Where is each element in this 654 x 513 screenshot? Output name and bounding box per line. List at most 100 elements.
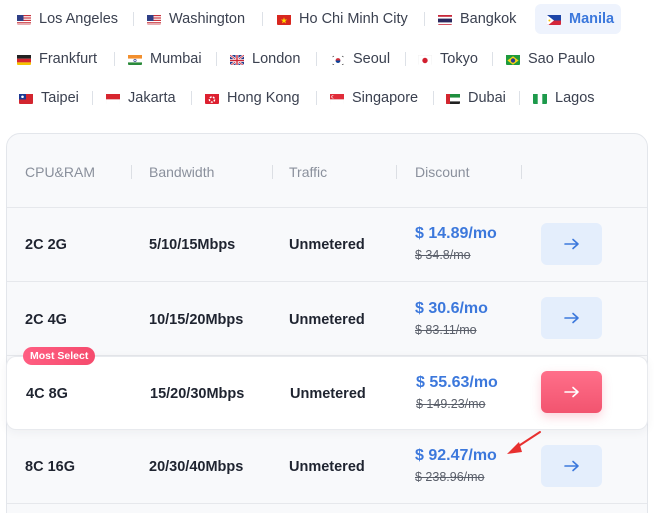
traffic-value: Unmetered	[289, 459, 365, 475]
discount-price: $ 92.47/mo	[415, 447, 497, 464]
arrow-right-icon	[563, 312, 579, 324]
divider	[92, 91, 93, 105]
bandwidth-value: 15/20/30Mbps	[150, 386, 245, 402]
location-label: Taipei	[41, 90, 79, 106]
location-tab-tokyo[interactable]: Tokyo	[406, 44, 485, 74]
arrow-right-icon	[563, 460, 579, 472]
divider	[396, 165, 397, 179]
original-price: $ 34.8/mo	[415, 248, 471, 262]
table-row-featured: 4C 8G 15/20/30Mbps Unmetered $ 55.63/mo …	[6, 356, 648, 430]
location-tab-mumbai[interactable]: Mumbai	[116, 44, 209, 74]
location-tab-hong-kong[interactable]: Hong Kong	[193, 83, 307, 113]
location-label: Lagos	[555, 90, 595, 106]
traffic-value: Unmetered	[290, 386, 366, 402]
table-row: 2C 4G 10/15/20Mbps Unmetered $ 30.6/mo $…	[7, 282, 647, 356]
location-tab-singapore[interactable]: Singapore	[318, 83, 425, 113]
header-bandwidth: Bandwidth	[149, 164, 215, 180]
red-arrow-pointer-icon	[507, 431, 541, 454]
gb-flag-icon	[230, 53, 244, 65]
divider	[216, 52, 217, 66]
location-label: Ho Chi Minh City	[299, 11, 408, 27]
ae-flag-icon	[446, 93, 460, 104]
original-price: $ 149.23/mo	[416, 397, 486, 411]
id-flag-icon	[106, 93, 120, 104]
us-flag-icon	[147, 14, 161, 25]
discount-price: $ 30.6/mo	[415, 300, 488, 317]
divider	[272, 165, 273, 179]
location-label: Seoul	[353, 51, 391, 67]
header-discount: Discount	[415, 164, 470, 180]
arrow-right-icon	[563, 386, 579, 398]
kr-flag-icon	[331, 54, 345, 65]
cpu-ram-value: 2C 2G	[25, 237, 67, 253]
bandwidth-value: 10/15/20Mbps	[149, 312, 244, 328]
cpu-ram-value: 4C 8G	[26, 386, 68, 402]
location-label: Mumbai	[150, 51, 202, 67]
cpu-ram-value: 2C 4G	[25, 312, 67, 328]
location-tab-washington[interactable]: Washington	[135, 4, 252, 34]
location-label: Los Angeles	[39, 11, 119, 27]
traffic-value: Unmetered	[289, 237, 365, 253]
location-tab-lagos[interactable]: Lagos	[521, 83, 602, 113]
discount-price: $ 14.89/mo	[415, 225, 497, 242]
divider	[519, 91, 520, 105]
tw-flag-icon	[19, 93, 33, 104]
order-button[interactable]	[541, 371, 602, 413]
br-flag-icon	[506, 54, 520, 65]
divider	[114, 52, 115, 66]
divider	[131, 165, 132, 179]
location-label: London	[252, 51, 301, 67]
table-row: 2C 2G 5/10/15Mbps Unmetered $ 14.89/mo $…	[7, 208, 647, 282]
divider	[262, 12, 263, 26]
table-row: 8C 16G 20/30/40Mbps Unmetered $ 92.47/mo…	[7, 430, 647, 504]
sg-flag-icon	[330, 93, 344, 104]
location-label: Bangkok	[460, 11, 517, 27]
location-tab-seoul[interactable]: Seoul	[319, 44, 397, 74]
location-label: Hong Kong	[227, 90, 300, 106]
location-label: Tokyo	[440, 51, 478, 67]
traffic-value: Unmetered	[289, 312, 365, 328]
location-label: Singapore	[352, 90, 419, 106]
header-cpu-ram: CPU&RAM	[25, 164, 96, 180]
location-label: Jakarta	[128, 90, 176, 106]
in-flag-icon	[128, 54, 142, 65]
location-label: Dubai	[468, 90, 506, 106]
location-label: Sao Paulo	[528, 51, 595, 67]
divider	[191, 91, 192, 105]
location-tab-sao-paulo[interactable]: Sao Paulo	[494, 44, 602, 74]
location-tab-los-angeles[interactable]: Los Angeles	[5, 4, 125, 34]
bandwidth-value: 20/30/40Mbps	[149, 459, 244, 475]
de-flag-icon	[17, 54, 31, 65]
divider	[316, 52, 317, 66]
divider	[492, 52, 493, 66]
location-tab-bangkok[interactable]: Bangkok	[426, 4, 523, 34]
location-tab-taipei[interactable]: Taipei	[7, 83, 86, 113]
location-tab-manila[interactable]: Manila	[535, 4, 622, 34]
location-tab-ho-chi-minh-city[interactable]: Ho Chi Minh City	[265, 4, 415, 34]
hk-flag-icon	[205, 93, 219, 104]
vn-flag-icon	[277, 14, 291, 25]
discount-price: $ 55.63/mo	[416, 374, 498, 391]
location-tab-dubai[interactable]: Dubai	[434, 83, 513, 113]
location-tab-jakarta[interactable]: Jakarta	[94, 83, 183, 113]
original-price: $ 238.96/mo	[415, 470, 485, 484]
location-tab-frankfurt[interactable]: Frankfurt	[5, 44, 104, 74]
divider	[133, 12, 134, 26]
us-flag-icon	[17, 14, 31, 25]
th-flag-icon	[438, 14, 452, 25]
original-price: $ 83.11/mo	[415, 323, 477, 337]
cpu-ram-value: 8C 16G	[25, 459, 75, 475]
location-label: Manila	[569, 11, 615, 27]
table-header: CPU&RAM Bandwidth Traffic Discount	[7, 134, 647, 208]
location-tab-london[interactable]: London	[218, 44, 307, 74]
location-label: Frankfurt	[39, 51, 98, 67]
divider	[316, 91, 317, 105]
location-label: Washington	[169, 11, 246, 27]
order-button[interactable]	[541, 445, 602, 487]
order-button[interactable]	[541, 223, 602, 265]
divider	[424, 12, 425, 26]
header-traffic: Traffic	[289, 164, 328, 180]
most-select-badge: Most Select	[23, 347, 96, 365]
divider	[521, 165, 522, 179]
order-button[interactable]	[541, 297, 602, 339]
